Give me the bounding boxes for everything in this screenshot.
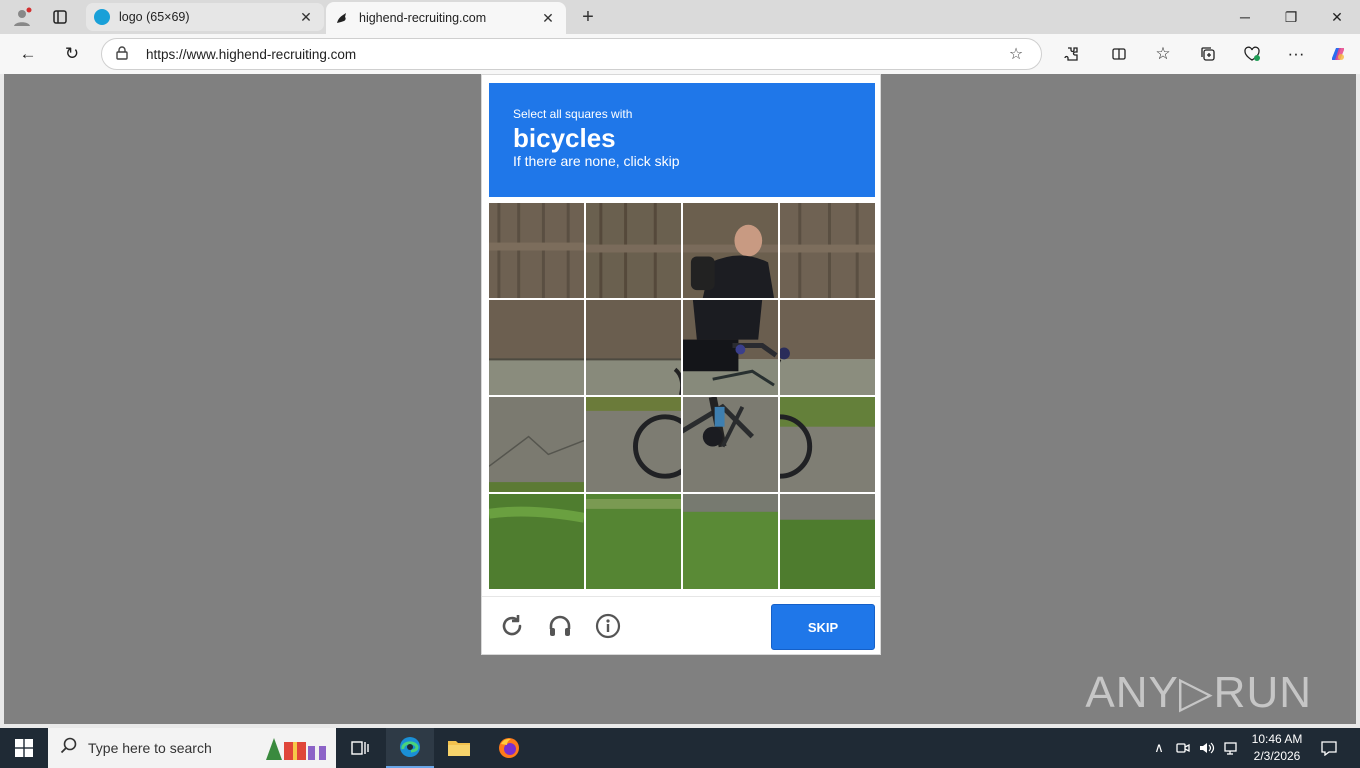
captcha-tile[interactable] xyxy=(586,397,681,492)
restore-icon[interactable]: ❐ xyxy=(1268,0,1314,34)
captcha-target: bicycles xyxy=(513,123,616,153)
extensions-icon[interactable] xyxy=(1057,40,1085,68)
audio-challenge-icon[interactable] xyxy=(545,611,575,641)
tab-actions-icon[interactable] xyxy=(48,5,72,29)
volume-icon[interactable] xyxy=(1198,728,1216,768)
captcha-tile[interactable] xyxy=(586,300,681,395)
info-icon[interactable] xyxy=(593,611,623,641)
tab-title: logo (65×69) xyxy=(119,10,190,24)
captcha-tile[interactable] xyxy=(780,203,875,298)
navigation-bar: ← ↻ https://www.highend-recruiting.com ☆… xyxy=(0,34,1360,74)
favorite-star-icon[interactable]: ☆ xyxy=(1001,44,1031,64)
more-menu-icon[interactable]: ··· xyxy=(1282,40,1310,68)
captcha-challenge: Select all squares with bicycles If ther… xyxy=(481,74,881,655)
watermark: ANY▷RUN xyxy=(1085,668,1312,717)
lock-icon[interactable] xyxy=(116,45,146,63)
captcha-footer: SKIP xyxy=(482,596,880,654)
meet-now-icon[interactable] xyxy=(1174,728,1192,768)
captcha-tile[interactable] xyxy=(683,203,778,298)
file-explorer-icon[interactable] xyxy=(435,728,483,768)
refresh-icon[interactable]: ↻ xyxy=(58,40,86,68)
reload-icon[interactable] xyxy=(497,611,527,641)
captcha-tile[interactable] xyxy=(586,494,681,589)
gift-icon xyxy=(262,734,330,765)
system-clock[interactable]: 10:46 AM 2/3/2026 xyxy=(1242,731,1312,765)
captcha-tile[interactable] xyxy=(780,494,875,589)
skip-button[interactable]: SKIP xyxy=(771,604,875,650)
new-tab-icon[interactable]: + xyxy=(576,5,600,29)
captcha-tile[interactable] xyxy=(683,494,778,589)
tab-title: highend-recruiting.com xyxy=(359,11,487,25)
captcha-prompt: Select all squares with bicycles If ther… xyxy=(489,83,875,197)
tab-strip: logo (65×69) ✕ highend-recruiting.com ✕ … xyxy=(0,0,1360,34)
close-tab-icon[interactable]: ✕ xyxy=(298,9,314,25)
close-tab-icon[interactable]: ✕ xyxy=(540,10,556,26)
network-icon[interactable] xyxy=(1222,728,1240,768)
favorites-icon[interactable]: ☆ xyxy=(1149,40,1177,68)
captcha-tile[interactable] xyxy=(683,397,778,492)
notifications-icon[interactable] xyxy=(1314,728,1344,768)
captcha-tile[interactable] xyxy=(780,300,875,395)
captcha-image-grid xyxy=(489,203,875,589)
tray-chevron-icon[interactable]: ∧ xyxy=(1150,728,1168,768)
tab-favicon-icon xyxy=(334,10,350,26)
clock-date: 2/3/2026 xyxy=(1253,749,1301,763)
url-text[interactable]: https://www.highend-recruiting.com xyxy=(146,47,1001,62)
taskbar-search[interactable]: Type here to search xyxy=(48,728,336,768)
page-viewport: Select all squares with bicycles If ther… xyxy=(4,74,1356,724)
edge-taskbar-icon[interactable] xyxy=(386,728,434,768)
taskbar: Type here to search ∧ 10:46 AM 2/3/2026 xyxy=(0,728,1360,768)
close-window-icon[interactable]: ✕ xyxy=(1314,0,1360,34)
captcha-tile[interactable] xyxy=(489,203,584,298)
browser-essentials-icon[interactable] xyxy=(1238,40,1266,68)
profile-avatar-icon[interactable] xyxy=(10,5,34,29)
captcha-tile[interactable] xyxy=(683,300,778,395)
start-button[interactable] xyxy=(0,728,48,768)
captcha-tile[interactable] xyxy=(489,494,584,589)
tab-logo[interactable]: logo (65×69) ✕ xyxy=(86,3,324,31)
windows-logo-icon xyxy=(15,739,33,757)
captcha-tile[interactable] xyxy=(586,203,681,298)
tab-highend-recruiting[interactable]: highend-recruiting.com ✕ xyxy=(326,2,566,34)
address-bar[interactable]: https://www.highend-recruiting.com ☆ xyxy=(101,38,1042,70)
split-screen-icon[interactable] xyxy=(1105,40,1133,68)
back-icon[interactable]: ← xyxy=(14,40,42,68)
captcha-tile[interactable] xyxy=(489,300,584,395)
captcha-instruction: Select all squares with xyxy=(513,107,633,121)
copilot-icon[interactable] xyxy=(1324,40,1352,68)
captcha-tile[interactable] xyxy=(489,397,584,492)
search-placeholder: Type here to search xyxy=(88,740,212,756)
captcha-hint: If there are none, click skip xyxy=(513,153,680,169)
firefox-icon[interactable] xyxy=(485,728,533,768)
collections-icon[interactable] xyxy=(1194,40,1222,68)
clock-time: 10:46 AM xyxy=(1251,732,1303,746)
captcha-tile[interactable] xyxy=(780,397,875,492)
minimize-icon[interactable]: ─ xyxy=(1222,0,1268,34)
tab-favicon-icon xyxy=(94,9,110,25)
task-view-icon[interactable] xyxy=(336,728,384,768)
search-icon xyxy=(60,737,88,760)
